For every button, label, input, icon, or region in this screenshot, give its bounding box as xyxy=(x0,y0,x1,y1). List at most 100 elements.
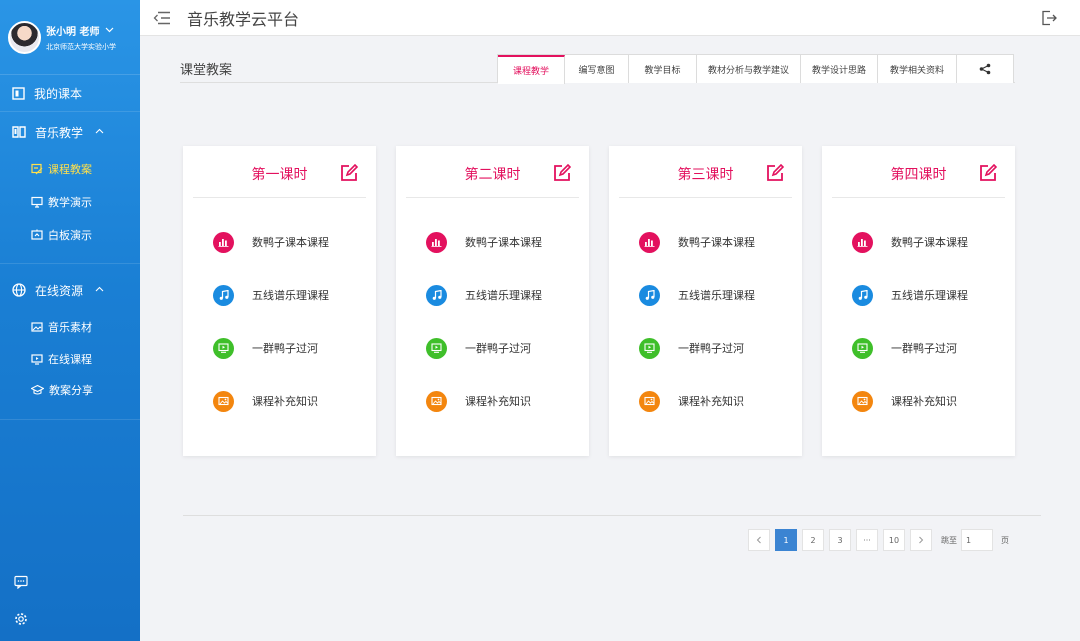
tab-teaching-goals[interactable]: 教学目标 xyxy=(629,55,697,83)
edit-icon[interactable] xyxy=(979,163,998,186)
lesson-card: 第三课时数鸭子课本课程五线谱乐理课程 一群鸭子过河 课程补充知识 xyxy=(609,146,802,456)
sidebar-item-lesson-share[interactable]: 教案分享 xyxy=(0,374,140,405)
sidebar: 张小明 老师 北京师范大学实验小学 我的课本 音乐教学 课程教案 教学演示 白板… xyxy=(0,0,140,641)
globe-icon xyxy=(12,283,26,297)
graduation-cap-icon xyxy=(31,384,44,395)
lesson-item[interactable]: 一群鸭子过河 xyxy=(639,337,744,359)
monitor-icon xyxy=(31,196,43,208)
page-button[interactable]: 2 xyxy=(802,529,824,551)
lesson-item-label: 课程补充知识 xyxy=(252,395,318,408)
lesson-item[interactable]: 一群鸭子过河 xyxy=(213,337,318,359)
lesson-item-label: 一群鸭子过河 xyxy=(465,342,531,355)
image-icon xyxy=(852,390,873,412)
monitor-icon xyxy=(852,337,873,359)
app-title: 音乐教学云平台 xyxy=(187,9,300,29)
lesson-item[interactable]: 课程补充知识 xyxy=(852,390,957,412)
user-name: 张小明 老师 xyxy=(46,26,100,38)
page-ellipsis[interactable]: ··· xyxy=(856,529,878,551)
lesson-item[interactable]: 一群鸭子过河 xyxy=(852,337,957,359)
lesson-item[interactable]: 数鸭子课本课程 xyxy=(426,231,542,253)
image-icon xyxy=(639,390,660,412)
lesson-item[interactable]: 五线谱乐理课程 xyxy=(852,284,968,306)
music-note-icon xyxy=(213,284,234,306)
monitor-icon xyxy=(426,337,447,359)
tab-design-ideas[interactable]: 教学设计思路 xyxy=(801,55,878,83)
tab-writing-intent[interactable]: 编写意图 xyxy=(565,55,629,83)
lesson-item-label: 数鸭子课本课程 xyxy=(891,236,968,249)
music-note-icon xyxy=(852,284,873,306)
bar-chart-icon xyxy=(852,231,873,253)
edit-icon[interactable] xyxy=(553,163,572,186)
page-button[interactable]: 1 xyxy=(775,529,797,551)
tab-material-analysis[interactable]: 教材分析与教学建议 xyxy=(697,55,801,83)
sidebar-item-my-books[interactable]: 我的课本 xyxy=(0,75,140,112)
sidebar-group-head-online-resources[interactable]: 在线资源 xyxy=(0,270,140,310)
lesson-item[interactable]: 五线谱乐理课程 xyxy=(426,284,542,306)
music-note-icon xyxy=(639,284,660,306)
tab-bar: 课程教学 编写意图 教学目标 教材分析与教学建议 教学设计思路 教学相关资料 xyxy=(497,54,1014,84)
sidebar-item-label: 教学演示 xyxy=(48,195,92,209)
edit-doc-icon xyxy=(31,163,43,174)
user-school: 北京师范大学实验小学 xyxy=(46,42,116,51)
prev-page-button[interactable] xyxy=(748,529,770,551)
page-button[interactable]: 10 xyxy=(883,529,905,551)
sidebar-item-label: 在线课程 xyxy=(48,352,92,366)
lesson-item[interactable]: 数鸭子课本课程 xyxy=(639,231,755,253)
chevron-up-icon[interactable] xyxy=(95,127,113,137)
sidebar-item-music-materials[interactable]: 音乐素材 xyxy=(0,310,140,343)
jump-label: 跳至 xyxy=(941,535,957,545)
card-header: 第二课时 xyxy=(406,146,579,198)
tab-course-teaching[interactable]: 课程教学 xyxy=(498,55,565,84)
lesson-item-label: 五线谱乐理课程 xyxy=(678,289,755,302)
sidebar-item-teaching-demo[interactable]: 教学演示 xyxy=(0,185,140,218)
gear-icon[interactable] xyxy=(14,611,28,630)
card-header: 第三课时 xyxy=(619,146,792,198)
sidebar-group-music-teaching: 音乐教学 课程教案 教学演示 白板演示 xyxy=(0,112,140,264)
avatar xyxy=(8,20,41,54)
jump-page-input[interactable] xyxy=(961,529,993,551)
user-profile[interactable]: 张小明 老师 北京师范大学实验小学 xyxy=(0,0,140,75)
chevron-up-icon[interactable] xyxy=(95,285,113,295)
image-icon xyxy=(426,390,447,412)
chevron-down-icon[interactable] xyxy=(105,25,114,36)
lesson-item[interactable]: 课程补充知识 xyxy=(213,390,318,412)
page-unit-label: 页 xyxy=(1001,535,1009,545)
sidebar-item-whiteboard-demo[interactable]: 白板演示 xyxy=(0,218,140,251)
edit-icon[interactable] xyxy=(340,163,359,186)
menu-collapse-icon[interactable] xyxy=(153,10,171,26)
lesson-item[interactable]: 一群鸭子过河 xyxy=(426,337,531,359)
page-button[interactable]: 3 xyxy=(829,529,851,551)
lesson-item-label: 五线谱乐理课程 xyxy=(465,289,542,302)
lesson-item[interactable]: 数鸭子课本课程 xyxy=(852,231,968,253)
lesson-item[interactable]: 数鸭子课本课程 xyxy=(213,231,329,253)
logout-icon[interactable] xyxy=(1041,10,1057,30)
book-icon xyxy=(12,86,25,100)
lesson-item[interactable]: 五线谱乐理课程 xyxy=(213,284,329,306)
video-icon xyxy=(31,353,43,365)
open-book-icon xyxy=(12,126,26,138)
lesson-item[interactable]: 课程补充知识 xyxy=(426,390,531,412)
next-page-button[interactable] xyxy=(910,529,932,551)
pagination: 1 2 3 ··· 10 跳至 页 xyxy=(748,529,1009,551)
lesson-item-label: 课程补充知识 xyxy=(678,395,744,408)
card-header: 第一课时 xyxy=(193,146,366,198)
sidebar-item-lesson-plans[interactable]: 课程教案 xyxy=(0,152,140,185)
edit-icon[interactable] xyxy=(766,163,785,186)
tab-related-materials[interactable]: 教学相关资料 xyxy=(878,55,957,83)
sidebar-item-label: 白板演示 xyxy=(48,228,92,242)
whiteboard-icon xyxy=(31,229,43,240)
monitor-icon xyxy=(213,337,234,359)
image-icon xyxy=(213,390,234,412)
share-icon[interactable] xyxy=(957,55,1013,83)
sidebar-group-head-music-teaching[interactable]: 音乐教学 xyxy=(0,112,140,152)
message-icon[interactable] xyxy=(14,574,28,593)
lesson-item-label: 一群鸭子过河 xyxy=(678,342,744,355)
lesson-card: 第四课时 数鸭子课本课程 五线谱乐理课程 一群鸭子过河 课程补充知识 xyxy=(822,146,1015,456)
sidebar-item-online-courses[interactable]: 在线课程 xyxy=(0,343,140,374)
lesson-item[interactable]: 五线谱乐理课程 xyxy=(639,284,755,306)
sidebar-item-label: 教案分享 xyxy=(49,383,93,397)
lesson-item[interactable]: 课程补充知识 xyxy=(639,390,744,412)
sidebar-item-label: 我的课本 xyxy=(34,86,83,101)
lesson-item-label: 课程补充知识 xyxy=(465,395,531,408)
lesson-item-label: 一群鸭子过河 xyxy=(252,342,318,355)
